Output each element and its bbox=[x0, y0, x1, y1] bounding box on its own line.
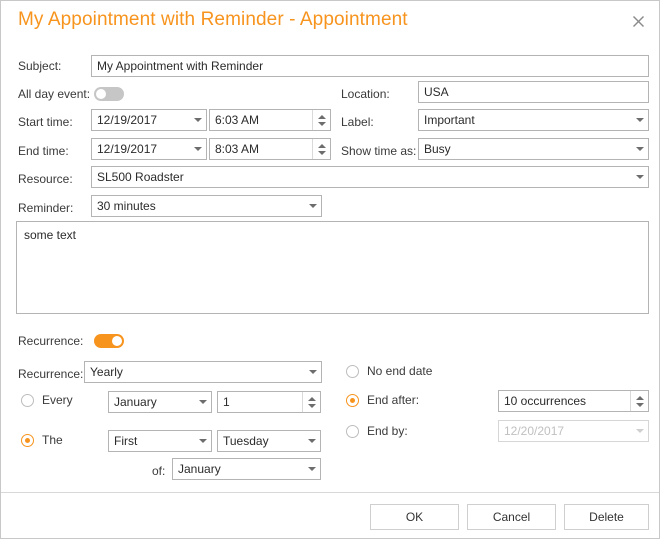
end-after-value: 10 occurrences bbox=[499, 391, 630, 411]
radio-indicator bbox=[21, 394, 34, 407]
chevron-down-icon[interactable] bbox=[631, 139, 648, 159]
location-input[interactable]: USA bbox=[418, 81, 649, 103]
end-date-combobox[interactable]: 12/19/2017 bbox=[91, 138, 207, 160]
page-title: My Appointment with Reminder - Appointme… bbox=[18, 9, 408, 31]
chevron-down-icon[interactable] bbox=[194, 392, 211, 412]
recurrence-toggle[interactable] bbox=[94, 334, 124, 348]
appointment-dialog: My Appointment with Reminder - Appointme… bbox=[0, 0, 660, 539]
show-time-as-combobox[interactable]: Busy bbox=[418, 138, 649, 160]
reminder-value: 30 minutes bbox=[92, 196, 304, 216]
radio-no-end-date[interactable]: No end date bbox=[346, 364, 432, 378]
of-month-combobox[interactable]: January bbox=[172, 458, 321, 480]
close-icon[interactable] bbox=[625, 9, 651, 33]
resource-combobox[interactable]: SL500 Roadster bbox=[91, 166, 649, 188]
every-day-spinner[interactable]: 1 bbox=[217, 391, 321, 413]
radio-indicator bbox=[346, 365, 359, 378]
radio-the-label: The bbox=[42, 433, 63, 447]
show-time-as-value: Busy bbox=[419, 139, 631, 159]
end-date-value: 12/19/2017 bbox=[92, 139, 189, 159]
the-ordinal-combobox[interactable]: First bbox=[108, 430, 212, 452]
chevron-down-icon bbox=[631, 421, 648, 441]
end-after-spinner[interactable]: 10 occurrences bbox=[498, 390, 649, 412]
radio-end-by-label: End by: bbox=[367, 424, 408, 438]
radio-indicator bbox=[346, 394, 359, 407]
chevron-down-icon[interactable] bbox=[631, 167, 648, 187]
chevron-down-icon[interactable] bbox=[631, 110, 648, 130]
every-day-value: 1 bbox=[218, 392, 302, 412]
radio-every[interactable]: Every bbox=[21, 393, 73, 407]
ok-button[interactable]: OK bbox=[370, 504, 459, 530]
start-time-spinner[interactable]: 6:03 AM bbox=[209, 109, 331, 131]
end-by-datepicker[interactable]: 12/20/2017 bbox=[498, 420, 649, 442]
spinner-arrows-icon[interactable] bbox=[630, 391, 648, 411]
label-combobox[interactable]: Important bbox=[418, 109, 649, 131]
every-month-value: January bbox=[109, 392, 194, 412]
every-month-combobox[interactable]: January bbox=[108, 391, 212, 413]
chevron-down-icon[interactable] bbox=[303, 431, 320, 451]
all-day-event-toggle[interactable] bbox=[94, 87, 124, 101]
end-time-label: End time: bbox=[18, 140, 69, 162]
resource-label: Resource: bbox=[18, 168, 73, 190]
recurrence-pattern-value: Yearly bbox=[85, 362, 304, 382]
toggle-knob bbox=[112, 336, 122, 346]
recurrence-pattern-label: Recurrence: bbox=[18, 363, 83, 385]
radio-indicator bbox=[21, 434, 34, 447]
radio-the[interactable]: The bbox=[21, 433, 63, 447]
chevron-down-icon[interactable] bbox=[304, 196, 321, 216]
resource-value: SL500 Roadster bbox=[92, 167, 631, 187]
location-value: USA bbox=[419, 82, 648, 102]
label-value: Important bbox=[419, 110, 631, 130]
radio-end-after-label: End after: bbox=[367, 393, 419, 407]
subject-value: My Appointment with Reminder bbox=[92, 56, 648, 76]
start-time-label: Start time: bbox=[18, 111, 73, 133]
subject-input[interactable]: My Appointment with Reminder bbox=[91, 55, 649, 77]
radio-indicator bbox=[346, 425, 359, 438]
subject-label: Subject: bbox=[18, 55, 61, 77]
the-weekday-combobox[interactable]: Tuesday bbox=[217, 430, 321, 452]
chevron-down-icon[interactable] bbox=[189, 110, 206, 130]
all-day-event-label: All day event: bbox=[18, 83, 90, 105]
recurrence-pattern-combobox[interactable]: Yearly bbox=[84, 361, 322, 383]
footer-divider bbox=[1, 492, 659, 493]
start-date-combobox[interactable]: 12/19/2017 bbox=[91, 109, 207, 131]
show-time-as-label: Show time as: bbox=[341, 140, 416, 162]
spinner-arrows-icon[interactable] bbox=[312, 139, 330, 159]
the-ordinal-value: First bbox=[109, 431, 194, 451]
spinner-arrows-icon[interactable] bbox=[302, 392, 320, 412]
cancel-button[interactable]: Cancel bbox=[467, 504, 556, 530]
radio-end-after[interactable]: End after: bbox=[346, 393, 419, 407]
of-month-value: January bbox=[173, 459, 303, 479]
title-bar: My Appointment with Reminder - Appointme… bbox=[1, 1, 659, 41]
reminder-label: Reminder: bbox=[18, 197, 73, 219]
radio-end-by[interactable]: End by: bbox=[346, 424, 408, 438]
chevron-down-icon[interactable] bbox=[189, 139, 206, 159]
end-by-value: 12/20/2017 bbox=[499, 421, 631, 441]
reminder-combobox[interactable]: 30 minutes bbox=[91, 195, 322, 217]
spinner-arrows-icon[interactable] bbox=[312, 110, 330, 130]
recurrence-toggle-label: Recurrence: bbox=[18, 330, 83, 352]
end-time-value: 8:03 AM bbox=[210, 139, 312, 159]
chevron-down-icon[interactable] bbox=[303, 459, 320, 479]
chevron-down-icon[interactable] bbox=[304, 362, 321, 382]
radio-no-end-date-label: No end date bbox=[367, 364, 432, 378]
chevron-down-icon[interactable] bbox=[194, 431, 211, 451]
start-time-value: 6:03 AM bbox=[210, 110, 312, 130]
delete-button[interactable]: Delete bbox=[564, 504, 649, 530]
of-label: of: bbox=[152, 460, 165, 482]
radio-every-label: Every bbox=[42, 393, 73, 407]
notes-textarea[interactable]: some text bbox=[16, 221, 649, 314]
start-date-value: 12/19/2017 bbox=[92, 110, 189, 130]
the-weekday-value: Tuesday bbox=[218, 431, 303, 451]
label-field-label: Label: bbox=[341, 111, 374, 133]
location-label: Location: bbox=[341, 83, 390, 105]
toggle-knob bbox=[96, 89, 106, 99]
end-time-spinner[interactable]: 8:03 AM bbox=[209, 138, 331, 160]
